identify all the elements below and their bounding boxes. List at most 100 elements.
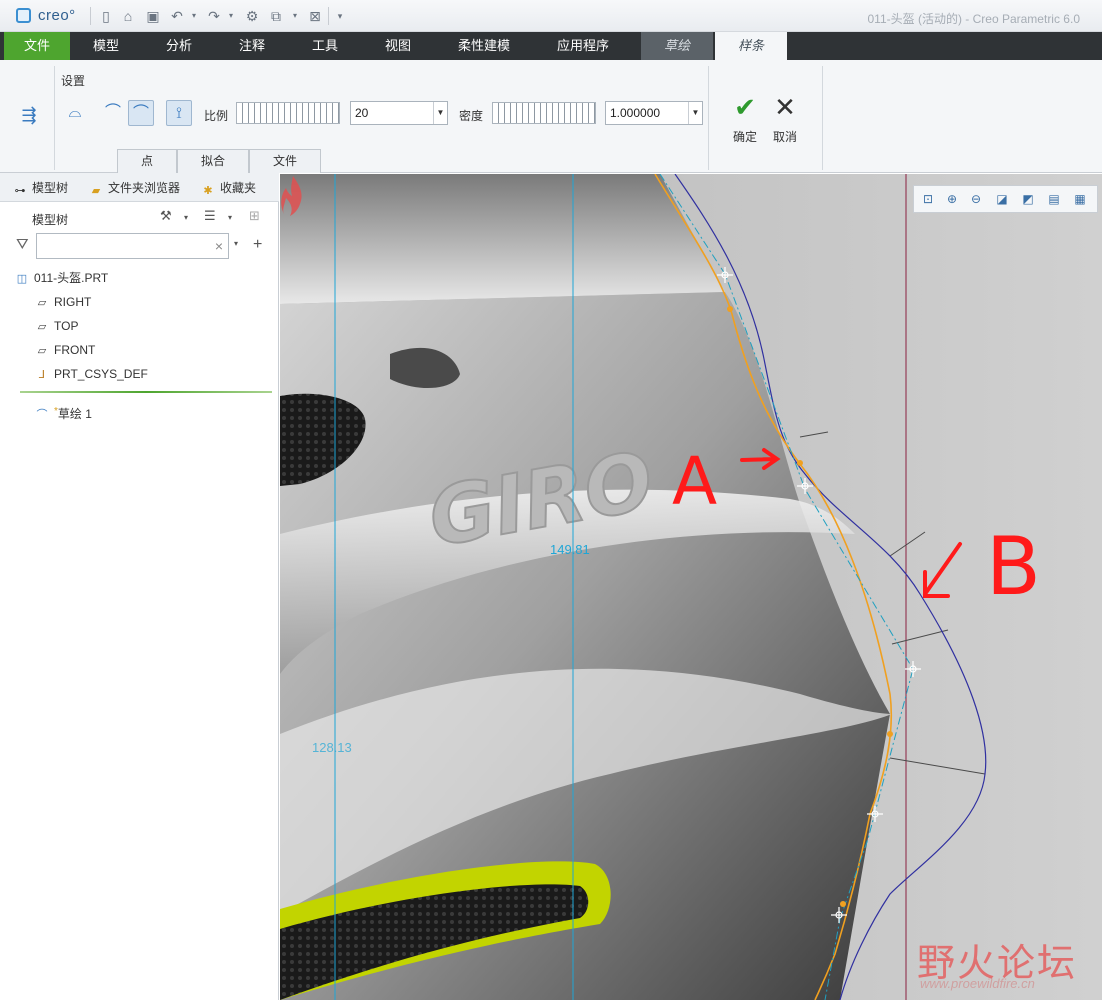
- close-window-icon[interactable]: ⊠: [307, 8, 323, 24]
- tree-item-right[interactable]: ▱ RIGHT: [34, 293, 92, 311]
- chevron-down-icon[interactable]: ▾: [234, 239, 238, 248]
- ok-label: 确定: [732, 130, 757, 144]
- curvature-analysis-icon[interactable]: ⟟: [166, 100, 192, 126]
- model-tree-title: 模型树: [32, 213, 69, 227]
- interpolation-icon[interactable]: ⌒: [100, 100, 126, 126]
- tree-filter-grid-icon[interactable]: ⊞: [249, 208, 260, 224]
- ribbon-separator: [822, 66, 823, 170]
- graphics-window[interactable]: GIRO A B 149.81 128.13 ⊡ ⊕ ⊖ ◪ ◩ ▤ ▦ 野火论…: [280, 174, 1102, 1000]
- tree-item-part[interactable]: ◫ 011-头盔.PRT: [14, 269, 108, 287]
- datum-plane-icon: ▱: [37, 345, 47, 357]
- ok-button[interactable]: ✔ 确定: [727, 90, 763, 144]
- cancel-button[interactable]: ✕ 取消: [767, 90, 803, 144]
- checkmark-icon: ✔: [734, 92, 756, 122]
- tree-search-field[interactable]: [40, 235, 210, 257]
- chevron-down-icon[interactable]: ▾: [184, 213, 188, 222]
- add-icon[interactable]: +: [253, 236, 262, 254]
- subtab-points[interactable]: 点: [117, 149, 177, 173]
- app-logo-text: creo°: [38, 7, 76, 24]
- show-columns-icon[interactable]: ☰: [204, 208, 216, 224]
- undo-dropdown-icon[interactable]: ▾: [186, 8, 202, 24]
- forum-url: www.proewildfire.cn: [920, 976, 1035, 991]
- annotation-b: B: [986, 520, 1041, 613]
- spline-mode-icon[interactable]: ⇶: [12, 102, 46, 132]
- ribbon-panel: ⇶ 设置 ⌓ ⌒ ⌒ ⟟ 比例 20 ▼ 密度 1.000000 ▼ 点 拟合 …: [0, 60, 1102, 173]
- redo-dropdown-icon[interactable]: ▾: [223, 8, 239, 24]
- tab-file[interactable]: 文件: [4, 32, 70, 60]
- chevron-down-icon[interactable]: ▼: [688, 102, 702, 124]
- tree-item-csys[interactable]: ⅃ PRT_CSYS_DEF: [34, 365, 148, 383]
- tab-annotate[interactable]: 注释: [216, 32, 288, 60]
- tab-favorites[interactable]: ✱ 收藏夹: [200, 179, 256, 197]
- helmet-top-shell: [280, 174, 725, 304]
- saved-views-icon[interactable]: ▤: [1044, 190, 1064, 208]
- csys-icon: ⅃: [38, 369, 46, 381]
- spline-knot[interactable]: [840, 901, 846, 907]
- tab-model[interactable]: 模型: [70, 32, 142, 60]
- chevron-down-icon[interactable]: ▾: [228, 213, 232, 222]
- repaint-icon[interactable]: ◪: [992, 190, 1012, 208]
- new-icon[interactable]: ▯: [98, 8, 114, 24]
- customize-icon[interactable]: ▾: [332, 8, 348, 24]
- insert-marker[interactable]: [20, 391, 272, 393]
- toolbar-separator: [328, 7, 329, 25]
- tree-settings-icon[interactable]: ⚒: [160, 208, 172, 224]
- regenerate-icon[interactable]: ⚙: [244, 8, 260, 24]
- tree-item-front[interactable]: ▱ FRONT: [34, 341, 96, 359]
- dimension-label[interactable]: 128.13: [312, 740, 352, 755]
- tab-spline[interactable]: 样条: [715, 32, 787, 60]
- density-label: 密度: [459, 109, 484, 123]
- zoom-out-icon[interactable]: ⊖: [966, 190, 986, 208]
- tab-sketch[interactable]: 草绘: [641, 32, 713, 60]
- cancel-label: 取消: [772, 130, 797, 144]
- density-slider[interactable]: [492, 102, 596, 124]
- toolbar-separator: [90, 7, 91, 25]
- flame-logo-icon: [281, 176, 302, 216]
- open-icon[interactable]: ⌂: [120, 8, 136, 24]
- spline-knot[interactable]: [727, 306, 733, 312]
- filter-icon[interactable]: ⛛: [16, 236, 29, 253]
- chevron-down-icon[interactable]: ▼: [433, 102, 447, 124]
- save-icon[interactable]: ▣: [145, 8, 161, 24]
- settings-group-label: 设置: [61, 74, 86, 88]
- sketch-icon: ⌒: [36, 409, 48, 421]
- spline-knot[interactable]: [797, 460, 803, 466]
- zoom-in-icon[interactable]: ⊕: [942, 190, 962, 208]
- tab-analysis[interactable]: 分析: [142, 32, 216, 60]
- undo-icon[interactable]: ↶: [169, 8, 185, 24]
- density-value: 1.000000: [610, 106, 661, 120]
- clear-icon[interactable]: ×: [215, 238, 223, 254]
- model-canvas: GIRO A B: [280, 174, 1102, 1000]
- tab-tools[interactable]: 工具: [288, 32, 362, 60]
- tab-flexible-modeling[interactable]: 柔性建模: [434, 32, 534, 60]
- display-style-icon[interactable]: ◩: [1018, 190, 1038, 208]
- curvature-display-icon[interactable]: ⌒: [128, 100, 154, 126]
- scale-slider[interactable]: [236, 102, 340, 124]
- scale-field[interactable]: 20 ▼: [350, 101, 448, 125]
- redo-icon[interactable]: ↷: [206, 8, 222, 24]
- spline-knot[interactable]: [887, 731, 893, 737]
- control-polygon-icon[interactable]: ⌓: [62, 100, 88, 126]
- window-title: 011-头盔 (活动的) - Creo Parametric 6.0: [867, 12, 1081, 26]
- ribbon-tab-bar: 文件 模型 分析 注释 工具 视图 柔性建模 应用程序 草绘 样条: [0, 32, 1102, 60]
- part-icon: ◫: [16, 273, 28, 285]
- tree-search-input[interactable]: ×: [36, 233, 229, 259]
- windows-dropdown-icon[interactable]: ▾: [287, 8, 303, 24]
- datum-plane-icon: ▱: [37, 297, 47, 309]
- dimension-label[interactable]: 149.81: [550, 542, 590, 557]
- windows-icon[interactable]: ⧉: [268, 8, 284, 24]
- tree-item-sketch[interactable]: ⌒ *草绘 1: [34, 403, 92, 421]
- tab-model-tree[interactable]: ⊶ 模型树: [12, 179, 69, 197]
- tab-folder-browser[interactable]: ▰ 文件夹浏览器: [88, 179, 180, 197]
- view-manager-icon[interactable]: ▦: [1070, 190, 1090, 208]
- tab-applications[interactable]: 应用程序: [534, 32, 632, 60]
- refit-icon[interactable]: ⊡: [918, 190, 938, 208]
- ribbon-separator: [54, 66, 55, 170]
- tab-view[interactable]: 视图: [362, 32, 434, 60]
- tree-item-top[interactable]: ▱ TOP: [34, 317, 79, 335]
- density-field[interactable]: 1.000000 ▼: [605, 101, 703, 125]
- navigator-panel: ⊶ 模型树 ▰ 文件夹浏览器 ✱ 收藏夹 模型树 ⚒ ▾ ☰ ▾ ⊞ ⛛ × ▾ + …: [0, 173, 279, 1000]
- subtab-fit[interactable]: 拟合: [177, 149, 249, 173]
- subtab-file[interactable]: 文件: [249, 149, 321, 173]
- close-icon: ✕: [774, 92, 796, 122]
